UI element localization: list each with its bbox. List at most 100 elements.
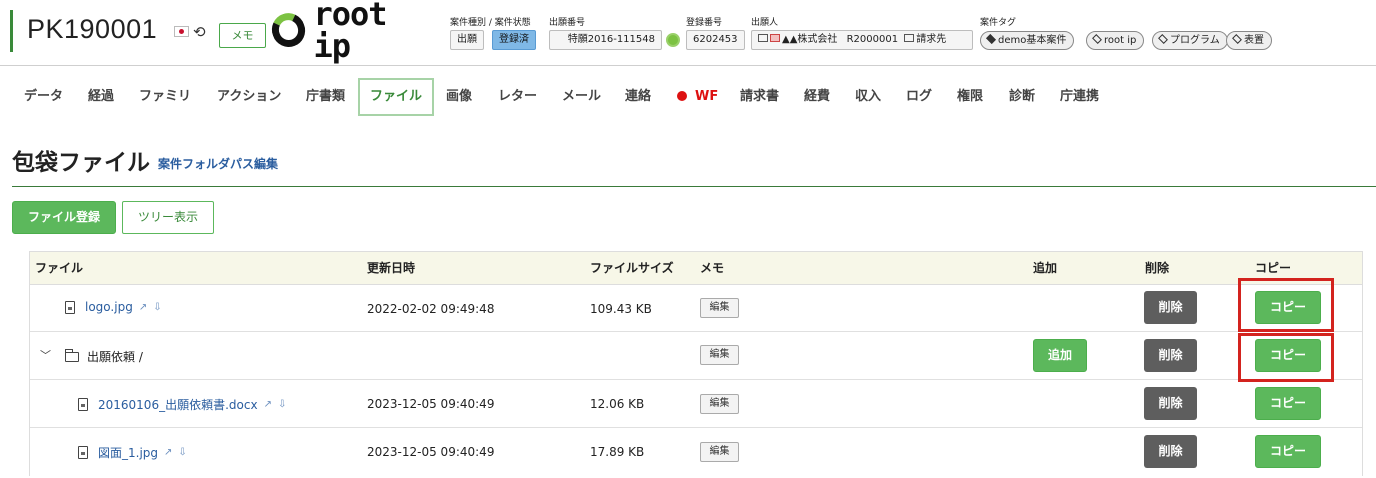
download-icon[interactable]: ⇩ [153,302,161,313]
tag-icon [1158,34,1168,44]
pdf-mini-icon [770,34,780,42]
tag-display[interactable]: 表置 [1226,31,1272,50]
tab-office-docs[interactable]: 庁書類 [306,78,345,116]
tab-diagnosis[interactable]: 診断 [1009,78,1035,116]
external-link-icon[interactable]: ↗ [164,447,172,458]
refresh-icon[interactable]: ⟲ [193,25,206,40]
file-register-button[interactable]: ファイル登録 [12,201,116,234]
external-link-icon[interactable]: ↗ [264,399,272,410]
copy-button[interactable]: コピー [1255,387,1321,420]
tab-contact[interactable]: 連絡 [625,78,651,116]
tab-mail[interactable]: メール [562,78,601,116]
external-link-icon[interactable]: ↗ [139,302,147,313]
app-number-chip[interactable]: 特願2016-111548 [549,30,662,50]
col-memo: メモ [700,261,725,275]
tag-program[interactable]: プログラム [1152,31,1228,50]
case-header: PK190001 ⟲ メモ root ip 案件種別 / 案件状態 出願 登録済… [0,0,1376,66]
folder-name[interactable]: 出願依頼 / [65,348,143,365]
japan-flag-icon [174,26,189,37]
copy-mini-icon [904,34,915,42]
copy-button[interactable]: コピー [1255,435,1321,468]
reg-number-chip[interactable]: 6202453 [686,30,745,50]
logo-ring-icon [267,8,311,52]
table-header: ファイル 更新日時 ファイルサイズ メモ 追加 削除 コピー [30,252,1362,285]
tag-icon [1092,34,1102,44]
table-row: 20160106_出願依頼書.docx ↗ ⇩ 2023-12-05 09:40… [30,380,1362,428]
logo-text: root ip [313,0,387,65]
wf-alert-dot-icon [677,90,687,101]
table-row: 図面_1.jpg ↗ ⇩ 2023-12-05 09:40:49 17.89 K… [30,428,1362,476]
col-delete: 削除 [1145,261,1170,275]
file-size: 17.89 KB [590,445,645,459]
applicant-chip[interactable]: ▲▲株式会社 R2000001 請求先 [751,30,973,50]
app-number-label: 出願番号 [549,18,586,28]
file-link[interactable]: 20160106_出願依頼書.docx ↗ ⇩ [78,396,286,413]
tab-log[interactable]: ログ [906,78,932,116]
tag-demo[interactable]: demo基本案件 [980,31,1075,50]
tab-action[interactable]: アクション [217,78,281,116]
file-table: ファイル 更新日時 ファイルサイズ メモ 追加 削除 コピー logo.jpg … [29,251,1363,476]
memo-edit-button[interactable]: 編集 [700,442,739,462]
delete-button[interactable]: 削除 [1144,339,1197,372]
download-icon[interactable]: ⇩ [178,447,186,458]
updated-at: 2023-12-05 09:40:49 [367,445,495,459]
download-icon[interactable]: ⇩ [278,399,286,410]
word-file-icon [78,398,88,411]
highlight-box [1238,278,1334,332]
root-ip-logo: root ip [267,0,438,62]
case-type-chip: 出願 [450,30,484,50]
tab-history[interactable]: 経過 [88,78,114,116]
tag-icon [986,34,996,44]
memo-edit-button[interactable]: 編集 [700,345,739,365]
tab-data[interactable]: データ [24,78,63,116]
col-size: ファイルサイズ [590,261,674,275]
header-accent-bar [10,10,13,52]
tab-invoice[interactable]: 請求書 [740,78,779,116]
file-link[interactable]: logo.jpg ↗ ⇩ [65,300,162,314]
delete-button[interactable]: 削除 [1144,291,1197,324]
tab-income[interactable]: 収入 [855,78,881,116]
tab-image[interactable]: 画像 [446,78,472,116]
applicant-label: 出願人 [751,18,779,28]
col-updated: 更新日時 [367,261,416,275]
tag-rootip[interactable]: root ip [1086,31,1145,50]
memo-edit-button[interactable]: 編集 [700,394,739,414]
case-tabs: データ 経過 ファミリ アクション 庁書類 ファイル 画像 レター メール 連絡… [12,78,1376,116]
image-file-icon [65,300,75,314]
tab-wf[interactable]: WF [677,78,718,116]
tab-family[interactable]: ファミリ [139,78,191,116]
delete-button[interactable]: 削除 [1144,435,1197,468]
tab-permission[interactable]: 権限 [957,78,983,116]
memo-button[interactable]: メモ [219,23,266,48]
reg-number-label: 登録番号 [686,18,723,28]
file-size: 109.43 KB [590,302,652,316]
col-file: ファイル [35,261,84,275]
status-seal-icon [666,33,680,47]
billing-label: 請求先 [916,34,947,45]
case-number: PK190001 [27,14,158,44]
section-divider [12,186,1376,187]
tab-letter[interactable]: レター [498,78,537,116]
delete-button[interactable]: 削除 [1144,387,1197,420]
image-file-icon [78,446,88,459]
add-button[interactable]: 追加 [1033,339,1087,372]
applicant-code: R2000001 [846,34,899,45]
case-type-label: 案件種別 / 案件状態 [450,18,531,28]
folder-path-edit-link[interactable]: 案件フォルダパス編集 [158,155,278,172]
tree-view-button[interactable]: ツリー表示 [122,201,214,234]
col-add: 追加 [1033,261,1058,275]
file-link[interactable]: 図面_1.jpg ↗ ⇩ [78,444,187,461]
applicant-name: ▲▲株式会社 [782,34,838,45]
page-title: 包袋ファイル [12,150,150,176]
tab-file[interactable]: ファイル [358,78,435,116]
tab-expense[interactable]: 経費 [804,78,830,116]
table-row: logo.jpg ↗ ⇩ 2022-02-02 09:49:48 109.43 … [30,285,1362,332]
updated-at: 2023-12-05 09:40:49 [367,397,495,411]
memo-edit-button[interactable]: 編集 [700,298,739,318]
table-row-folder: ﹀ 出願依頼 / 編集 追加 削除 コピー [30,332,1362,380]
copy-mini-icon [758,34,768,42]
file-size: 12.06 KB [590,397,645,411]
highlight-box [1238,333,1334,382]
tab-office-link[interactable]: 庁連携 [1060,78,1099,116]
chevron-down-icon[interactable]: ﹀ [40,347,51,363]
